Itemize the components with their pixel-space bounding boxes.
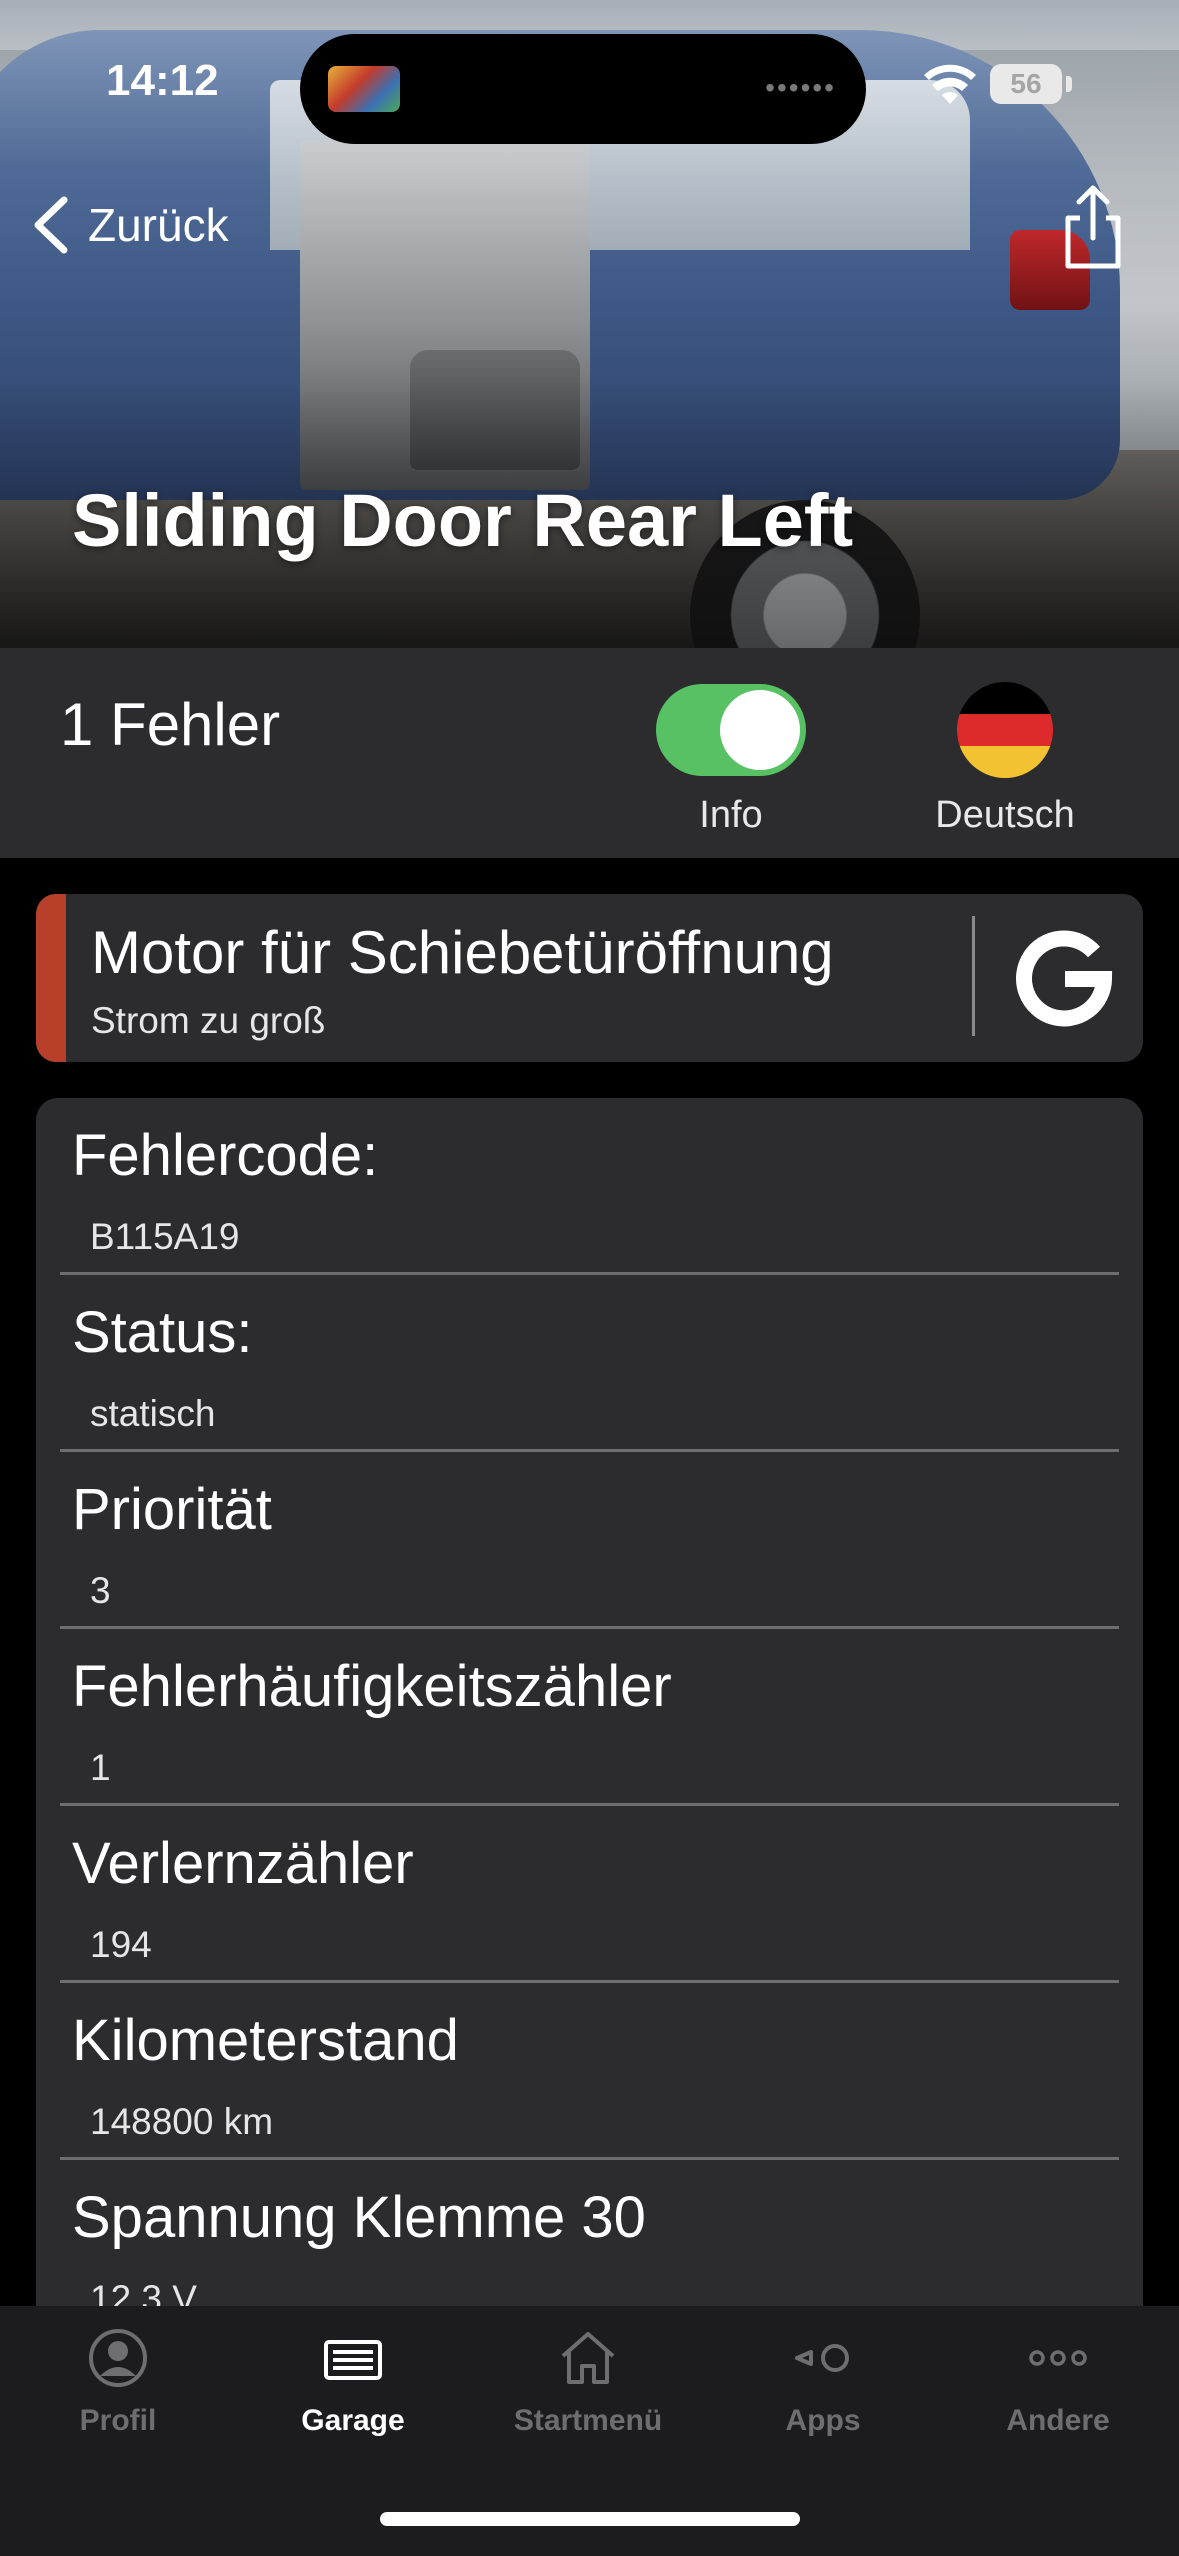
- tab-profil[interactable]: Profil: [18, 2328, 218, 2468]
- detail-value: 194: [90, 1924, 152, 1965]
- tab-label: Andere: [1006, 2404, 1110, 2437]
- detail-row: Fehlerhäufigkeitszähler 1: [36, 1629, 1143, 1806]
- fault-count: 1 Fehler: [60, 691, 281, 758]
- info-toggle[interactable]: [656, 684, 806, 776]
- info-toggle-label: Info: [699, 794, 763, 836]
- activity-dots: ••••••: [765, 72, 836, 103]
- detail-row: Priorität 3: [36, 1452, 1143, 1629]
- fault-description: Strom zu groß: [91, 1000, 326, 1041]
- detail-value: 3: [90, 1570, 111, 1611]
- detail-label: Verlernzähler: [72, 1831, 414, 1896]
- language-label[interactable]: Deutsch: [905, 794, 1105, 837]
- toggle-knob: [720, 690, 800, 770]
- battery-tip: [1066, 76, 1072, 92]
- summary-bar: 1 Fehler Info Deutsch: [0, 648, 1179, 858]
- home-indicator[interactable]: [380, 2512, 800, 2526]
- wifi-icon: [924, 64, 976, 104]
- detail-label: Priorität: [72, 1477, 272, 1542]
- detail-row: Fehlercode: B115A19: [36, 1098, 1143, 1275]
- detail-value: 1: [90, 1747, 111, 1788]
- card-divider: [972, 916, 975, 1036]
- tab-apps[interactable]: Apps: [723, 2328, 923, 2468]
- detail-value: 148800 km: [90, 2101, 274, 2142]
- german-flag-icon[interactable]: [957, 682, 1053, 778]
- detail-row: Verlernzähler 194: [36, 1806, 1143, 1983]
- detail-value: B115A19: [90, 1216, 240, 1257]
- battery-level: 56: [990, 64, 1062, 104]
- media-thumbnail: [328, 66, 400, 112]
- detail-label: Status:: [72, 1300, 253, 1365]
- fault-name: Motor für Schiebetüröffnung: [91, 919, 834, 986]
- tab-label: Apps: [785, 2404, 861, 2437]
- back-button[interactable]: Zurück: [28, 190, 229, 260]
- more-icon: [1029, 2350, 1087, 2366]
- dynamic-island[interactable]: ••••••: [300, 34, 866, 144]
- apps-icon: [795, 2344, 849, 2372]
- tab-andere[interactable]: Andere: [958, 2328, 1158, 2468]
- detail-row: Kilometerstand 148800 km: [36, 1983, 1143, 2160]
- detail-label: Fehlercode:: [72, 1123, 379, 1188]
- tab-label: Profil: [79, 2404, 157, 2437]
- severity-stripe: [36, 894, 66, 1062]
- detail-label: Fehlerhäufigkeitszähler: [72, 1654, 672, 1719]
- google-search-icon[interactable]: [1002, 916, 1128, 1042]
- detail-value: statisch: [90, 1393, 216, 1434]
- home-icon: [561, 2332, 615, 2384]
- garage-icon: [324, 2340, 382, 2380]
- fault-card[interactable]: Motor für Schiebetüröffnung Strom zu gro…: [36, 894, 1143, 1062]
- chevron-left-icon: [34, 196, 68, 254]
- page-title: Sliding Door Rear Left: [72, 479, 854, 562]
- tab-startmenu[interactable]: Startmenü: [488, 2328, 688, 2468]
- status-time: 14:12: [106, 56, 219, 105]
- tab-garage[interactable]: Garage: [253, 2328, 453, 2468]
- tab-label: Garage: [301, 2404, 405, 2437]
- person-icon: [89, 2329, 147, 2387]
- share-icon[interactable]: [1056, 182, 1130, 272]
- detail-row: Status: statisch: [36, 1275, 1143, 1452]
- detail-label: Kilometerstand: [72, 2008, 459, 2073]
- back-label: Zurück: [88, 199, 229, 251]
- tab-label: Startmenü: [513, 2404, 663, 2437]
- detail-label: Spannung Klemme 30: [72, 2185, 646, 2250]
- fault-details: Fehlercode: B115A19 Status: statisch Pri…: [36, 1098, 1143, 2458]
